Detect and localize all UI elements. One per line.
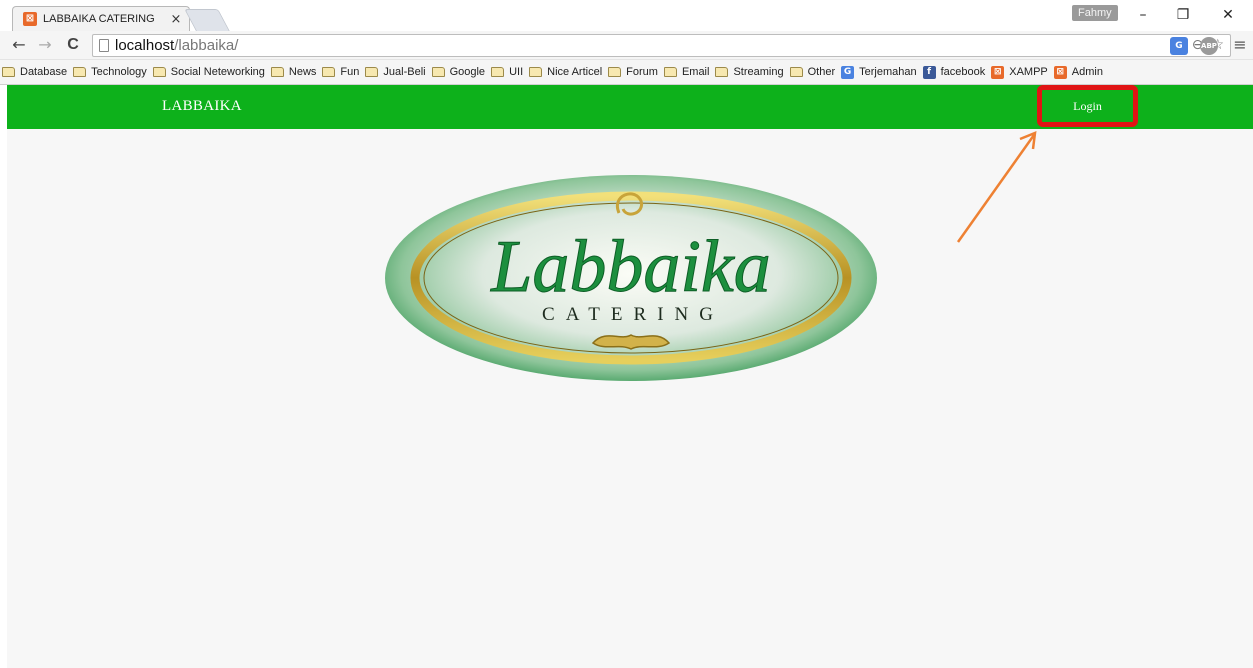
close-window-button[interactable]: ✕ (1208, 3, 1248, 27)
folder-icon (491, 67, 505, 77)
back-button[interactable]: ← (8, 35, 30, 55)
folder-icon (152, 67, 166, 77)
logo-text: Labbaika (490, 226, 771, 308)
bookmark-label: Jual-Beli (383, 66, 426, 78)
bookmark-item[interactable]: Social Neteworking (152, 66, 265, 78)
adblock-icon[interactable]: ABP (1200, 37, 1218, 55)
xampp-icon: ⊠ (991, 65, 1005, 79)
bookmark-label: Database (20, 66, 68, 78)
folder-icon (322, 67, 336, 77)
bookmark-item[interactable]: f facebook (922, 65, 986, 79)
bookmark-label: Fun (340, 66, 360, 78)
bookmark-item[interactable]: Streaming (715, 66, 784, 78)
folder-icon (2, 67, 15, 77)
folder-icon (73, 67, 87, 77)
close-tab-icon[interactable]: × (167, 12, 185, 27)
bookmark-label: XAMPP (1009, 66, 1048, 78)
bookmark-item[interactable]: Forum (608, 66, 658, 78)
bookmark-item[interactable]: ⊠ XAMPP (991, 65, 1048, 79)
folder-icon (663, 67, 677, 77)
web-page: LABBAIKA Login Labbaika CATERING (7, 85, 1253, 668)
bookmark-label: Google (449, 66, 486, 78)
bookmark-label: facebook (940, 66, 986, 78)
browser-tab[interactable]: ⊠ LABBAIKA CATERING × (12, 6, 190, 31)
xampp-icon: ⊠ (1053, 65, 1067, 79)
reload-button[interactable]: C (62, 35, 84, 55)
bookmark-item[interactable]: Other (789, 66, 836, 78)
minimize-button[interactable]: – (1123, 3, 1163, 27)
bookmark-label: Terjemahan (859, 66, 917, 78)
folder-icon (608, 67, 622, 77)
url-text: localhost/labbaika/ (115, 37, 238, 54)
bookmark-item[interactable]: News (270, 66, 317, 78)
bookmark-item[interactable]: Fun (322, 66, 359, 78)
url-path: /labbaika/ (174, 37, 239, 54)
bookmark-item[interactable]: G Terjemahan (841, 65, 917, 79)
folder-icon (270, 67, 284, 77)
xampp-icon: ⊠ (23, 12, 37, 26)
new-tab-button[interactable] (184, 9, 230, 31)
bookmark-label: Nice Articel (547, 66, 603, 78)
bookmark-label: UII (509, 66, 524, 78)
labbaika-logo: Labbaika CATERING (385, 175, 877, 381)
bookmark-label: Other (807, 66, 836, 78)
bookmark-label: Technology (91, 66, 147, 78)
folder-icon (431, 67, 445, 77)
folder-icon (529, 67, 543, 77)
bookmark-label: News (288, 66, 317, 78)
bookmark-item[interactable]: Email (663, 66, 710, 78)
bookmark-label: Social Neteworking (170, 66, 265, 78)
page-icon (99, 39, 109, 52)
profile-button[interactable]: Fahmy (1072, 5, 1118, 21)
menu-icon[interactable]: ≡ (1231, 35, 1249, 55)
bookmark-item[interactable]: UII (491, 66, 523, 78)
bookmark-label: Streaming (733, 66, 784, 78)
bookmark-item[interactable]: Technology (73, 66, 147, 78)
folder-icon (789, 67, 803, 77)
bookmarks-bar: Database Technology Social Neteworking News… (0, 60, 1253, 85)
bookmark-item[interactable]: Nice Articel (529, 66, 602, 78)
folder-icon (715, 67, 729, 77)
translate-icon: G (841, 65, 855, 79)
browser-toolbar: ← → C localhost/labbaika/ ⊖ ☆ G ABP ≡ (0, 31, 1253, 60)
logo-subtext: CATERING (542, 304, 724, 325)
tab-title: LABBAIKA CATERING (43, 13, 155, 25)
address-bar[interactable]: localhost/labbaika/ ⊖ ☆ (92, 34, 1231, 57)
brand-link[interactable]: LABBAIKA (162, 98, 242, 115)
bookmark-item[interactable]: Google (431, 66, 486, 78)
translate-icon[interactable]: G (1170, 37, 1188, 55)
bookmark-label: Email (681, 66, 710, 78)
forward-button[interactable]: → (34, 35, 56, 55)
annotation-arrow (956, 131, 1037, 243)
login-link[interactable]: Login (1037, 85, 1138, 127)
bookmark-label: Forum (626, 66, 658, 78)
url-host: localhost (115, 37, 175, 54)
bookmark-item[interactable]: ⊠ Admin (1053, 65, 1103, 79)
restore-button[interactable]: ❐ (1163, 3, 1203, 27)
bookmark-label: Admin (1071, 66, 1103, 78)
facebook-icon: f (922, 65, 936, 79)
bookmark-item[interactable]: Database (2, 66, 67, 78)
bookmark-item[interactable]: Jual-Beli (365, 66, 426, 78)
browser-titlebar: ⊠ LABBAIKA CATERING × Fahmy – ❐ ✕ (0, 0, 1253, 31)
folder-icon (365, 67, 379, 77)
site-navbar: LABBAIKA Login (7, 85, 1253, 129)
